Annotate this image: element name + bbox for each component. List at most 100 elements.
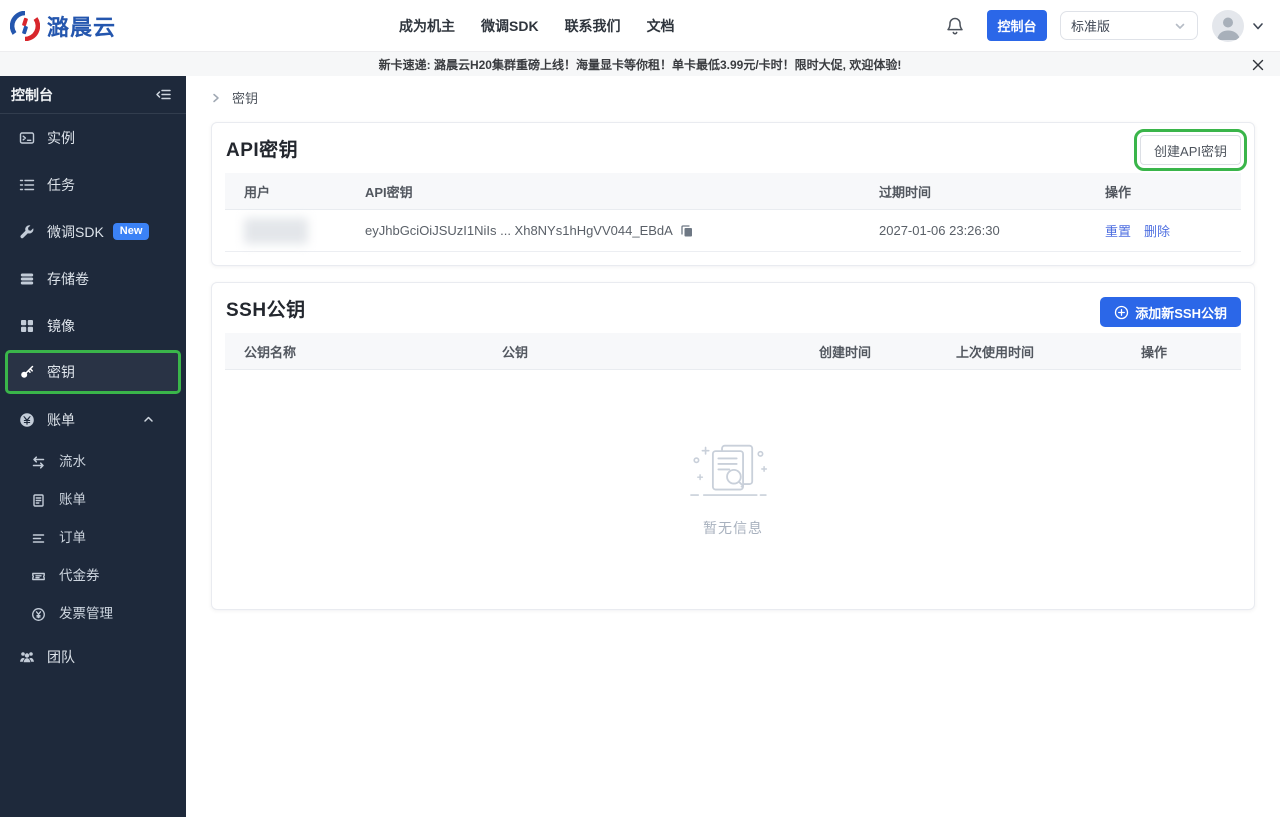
sidebar-item-transactions[interactable]: 流水 xyxy=(0,443,186,481)
api-key-card: API密钥 创建API密钥 用户 API密钥 过期时间 操作 eyJhbGciO… xyxy=(211,122,1255,266)
sidebar-item-label: 发票管理 xyxy=(59,606,113,622)
sidebar-item-label: 团队 xyxy=(47,648,75,665)
ssh-card-title: SSH公钥 xyxy=(226,300,306,321)
order-icon xyxy=(30,531,47,546)
empty-state-text: 暂无信息 xyxy=(703,519,763,536)
storage-icon xyxy=(18,271,35,287)
ssh-col-actions: 操作 xyxy=(1141,344,1168,360)
invoice-icon xyxy=(30,607,47,622)
sidebar-item-instances[interactable]: 实例 xyxy=(0,114,186,161)
api-col-expires: 过期时间 xyxy=(879,184,932,200)
user-avatar[interactable] xyxy=(1212,9,1244,42)
sidebar-item-keys[interactable]: 密钥 xyxy=(5,350,181,394)
sidebar-item-label: 账单 xyxy=(59,492,86,508)
sidebar-title: 控制台 xyxy=(11,86,53,103)
plan-select-value: 标准版 xyxy=(1071,19,1111,34)
add-ssh-key-label: 添加新SSH公钥 xyxy=(1135,305,1227,321)
wrench-icon xyxy=(18,224,35,240)
sidebar-item-label: 镜像 xyxy=(47,317,75,334)
nav-item-become-host[interactable]: 成为机主 xyxy=(399,16,455,36)
plan-select[interactable]: 标准版 xyxy=(1060,11,1198,40)
sidebar-item-billing-group[interactable]: 账单 xyxy=(0,396,186,443)
sidebar-item-label: 实例 xyxy=(47,129,75,146)
redacted-user-cell xyxy=(244,217,308,244)
reset-link[interactable]: 重置 xyxy=(1105,221,1131,240)
main-nav: 成为机主 微调SDK 联系我们 文档 xyxy=(399,0,675,51)
delete-link[interactable]: 删除 xyxy=(1144,221,1170,240)
sidebar-item-label: 存储卷 xyxy=(47,270,89,287)
tasks-icon xyxy=(18,177,35,193)
chevron-down-icon xyxy=(1173,19,1187,33)
ssh-col-lastused: 上次使用时间 xyxy=(956,344,1035,360)
sidebar-item-storage-volumes[interactable]: 存储卷 xyxy=(0,255,186,302)
logo-icon xyxy=(10,10,40,41)
team-icon xyxy=(18,649,35,665)
sidebar-item-label: 任务 xyxy=(47,176,75,193)
sidebar-item-images[interactable]: 镜像 xyxy=(0,302,186,349)
grid-icon xyxy=(18,318,35,334)
nav-item-finetune-sdk[interactable]: 微调SDK xyxy=(481,16,539,36)
sidebar-item-team[interactable]: 团队 xyxy=(0,633,186,680)
ssh-key-card: SSH公钥 添加新SSH公钥 公钥名称 公钥 创建时间 上次使用时间 操作 暂无… xyxy=(211,282,1255,610)
ssh-col-name: 公钥名称 xyxy=(244,344,297,360)
api-col-key: API密钥 xyxy=(365,184,413,200)
user-menu-chevron-icon[interactable] xyxy=(1250,18,1266,34)
sidebar-item-tasks[interactable]: 任务 xyxy=(0,161,186,208)
sidebar: 控制台 实例 任务 微调SDK New 存储卷 镜像 密钥 账单 流水 账单 订… xyxy=(0,76,186,817)
sidebar-item-label: 微调SDK xyxy=(47,223,104,240)
sidebar-item-finetune-sdk[interactable]: 微调SDK New xyxy=(0,208,186,255)
ssh-col-key: 公钥 xyxy=(502,344,529,360)
top-header: 潞晨云 成为机主 微调SDK 联系我们 文档 控制台 标准版 xyxy=(0,0,1280,51)
nav-item-docs[interactable]: 文档 xyxy=(647,16,675,36)
breadcrumb-current: 密钥 xyxy=(232,91,259,106)
api-col-user: 用户 xyxy=(244,184,271,200)
ssh-table-header: 公钥名称 公钥 创建时间 上次使用时间 操作 xyxy=(225,333,1241,370)
brand-name: 潞晨云 xyxy=(47,14,117,40)
api-key-table: 用户 API密钥 过期时间 操作 eyJhbGciOiJSUzI1NiIs ..… xyxy=(225,173,1241,252)
sidebar-item-bills[interactable]: 账单 xyxy=(0,481,186,519)
chevron-right-icon[interactable] xyxy=(210,92,222,104)
sidebar-item-label: 密钥 xyxy=(47,364,75,380)
empty-documents-illustration xyxy=(687,442,779,506)
ssh-empty-state: 暂无信息 xyxy=(212,370,1254,609)
ssh-col-created: 创建时间 xyxy=(819,344,872,360)
api-key-expiry: 2027-01-06 23:26:30 xyxy=(879,223,1000,238)
sidebar-item-label: 代金券 xyxy=(59,568,100,584)
key-icon xyxy=(18,364,35,380)
api-col-actions: 操作 xyxy=(1105,184,1132,200)
sidebar-item-invoices[interactable]: 发票管理 xyxy=(0,595,186,633)
plus-circle-icon xyxy=(1114,305,1129,320)
api-card-title: API密钥 xyxy=(226,140,299,161)
nav-item-contact-us[interactable]: 联系我们 xyxy=(565,16,621,36)
sidebar-item-orders[interactable]: 订单 xyxy=(0,519,186,557)
main-content: 密钥 API密钥 创建API密钥 用户 API密钥 过期时间 操作 eyJhbG… xyxy=(186,76,1280,817)
add-ssh-key-button[interactable]: 添加新SSH公钥 xyxy=(1100,297,1241,327)
notification-bell-icon[interactable] xyxy=(945,16,965,36)
console-button[interactable]: 控制台 xyxy=(987,10,1047,41)
voucher-icon xyxy=(30,569,47,584)
sidebar-item-vouchers[interactable]: 代金券 xyxy=(0,557,186,595)
sidebar-item-label: 订单 xyxy=(59,530,86,546)
promo-banner: 新卡速递: 潞晨云H20集群重磅上线！海量显卡等你租！单卡最低3.99元/卡时！… xyxy=(0,51,1280,76)
sidebar-collapse-icon[interactable] xyxy=(155,86,172,103)
terminal-icon xyxy=(18,130,35,146)
header-controls: 控制台 标准版 xyxy=(945,0,1266,51)
sidebar-header: 控制台 xyxy=(0,76,186,114)
copy-icon[interactable] xyxy=(680,224,694,238)
promo-banner-text: 新卡速递: 潞晨云H20集群重磅上线！海量显卡等你租！单卡最低3.99元/卡时！… xyxy=(378,57,902,72)
chevron-up-icon[interactable] xyxy=(142,413,155,426)
sidebar-item-label: 账单 xyxy=(47,411,75,428)
create-api-key-button[interactable]: 创建API密钥 xyxy=(1134,129,1247,171)
api-key-value: eyJhbGciOiJSUzI1NiIs ... Xh8NYs1hHgVV044… xyxy=(365,223,673,238)
api-table-row: eyJhbGciOiJSUzI1NiIs ... Xh8NYs1hHgVV044… xyxy=(225,210,1241,252)
yuan-circle-icon xyxy=(18,412,35,428)
sidebar-item-label: 流水 xyxy=(59,454,86,470)
transfer-icon xyxy=(30,455,47,470)
api-table-header: 用户 API密钥 过期时间 操作 xyxy=(225,173,1241,210)
new-badge: New xyxy=(112,223,150,240)
ssh-key-table: 公钥名称 公钥 创建时间 上次使用时间 操作 xyxy=(225,333,1241,370)
breadcrumb: 密钥 xyxy=(186,76,1280,106)
brand-logo[interactable]: 潞晨云 xyxy=(10,0,116,51)
banner-close-icon[interactable] xyxy=(1250,52,1266,77)
bill-icon xyxy=(30,493,47,508)
